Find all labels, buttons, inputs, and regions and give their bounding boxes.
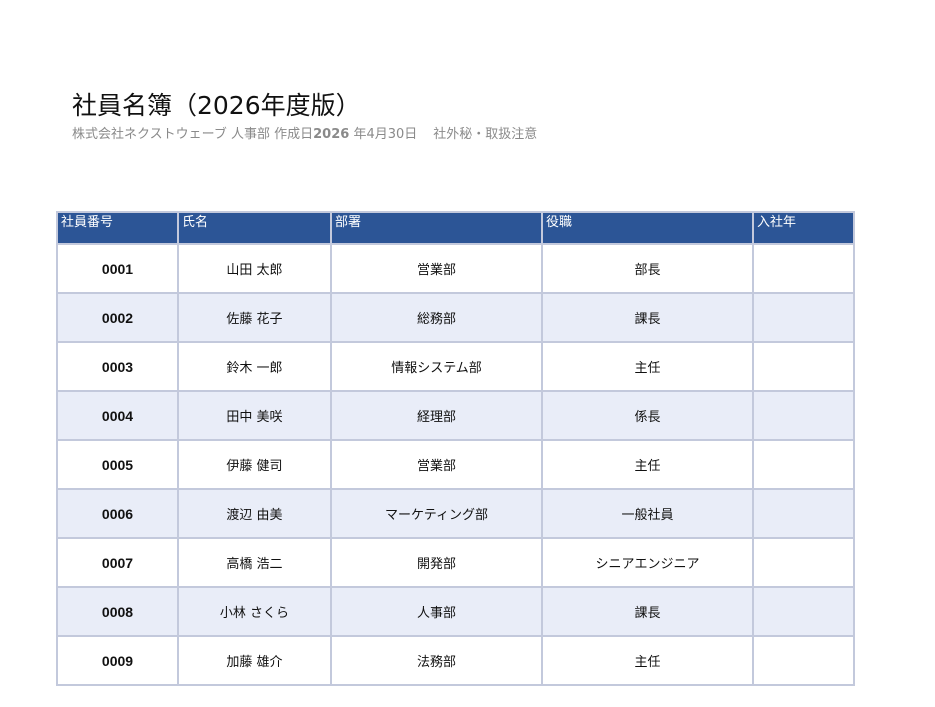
table-header-row: 社員番号 氏名 部署 役職 入社年 (56, 211, 855, 245)
column-header-position: 役職 (541, 211, 754, 245)
table-row: 0006 渡辺 由美 マーケティング部 一般社員 (56, 488, 855, 539)
hire-year-cell (752, 488, 855, 539)
table-body: 0001 山田 太郎 営業部 部長 0002 佐藤 花子 総務部 課長 0003 鈴木 一郎 情報シ… (56, 243, 855, 686)
position-cell: 主任 (541, 439, 754, 490)
created-date-label: 作成日 (274, 127, 314, 142)
name-cell: 渡辺 由美 (177, 488, 332, 539)
position-cell: 部長 (541, 243, 754, 294)
employee-id-cell: 0008 (56, 586, 179, 637)
table-row: 0004 田中 美咲 経理部 係長 (56, 390, 855, 441)
department-cell: 情報システム部 (330, 341, 543, 392)
employee-id-cell: 0005 (56, 439, 179, 490)
position-cell: シニアエンジニア (541, 537, 754, 588)
employee-id-cell: 0002 (56, 292, 179, 343)
table-row: 0009 加藤 雄介 法務部 主任 (56, 635, 855, 686)
position-cell: 主任 (541, 635, 754, 686)
document-subtitle: 株式会社ネクストウェーブ 人事部 作成日2026 年4月30日 社外秘・取扱注意 (72, 126, 537, 144)
table-row: 0007 高橋 浩二 開発部 シニアエンジニア (56, 537, 855, 588)
name-cell: 高橋 浩二 (177, 537, 332, 588)
position-cell: 課長 (541, 586, 754, 637)
table-row: 0003 鈴木 一郎 情報システム部 主任 (56, 341, 855, 392)
department-cell: マーケティング部 (330, 488, 543, 539)
position-cell: 課長 (541, 292, 754, 343)
company-department: 株式会社ネクストウェーブ 人事部 (72, 127, 270, 142)
column-header-department: 部署 (330, 211, 543, 245)
created-date-rest: 年4月30日 (353, 127, 418, 142)
employee-id-cell: 0001 (56, 243, 179, 294)
name-cell: 小林 さくら (177, 586, 332, 637)
created-date: 作成日2026 年4月30日 (274, 127, 417, 142)
department-cell: 総務部 (330, 292, 543, 343)
name-cell: 加藤 雄介 (177, 635, 332, 686)
department-cell: 経理部 (330, 390, 543, 441)
employee-id-cell: 0007 (56, 537, 179, 588)
employee-roster-table: 社員番号 氏名 部署 役職 入社年 0001 山田 太郎 営業部 部長 0002 佐藤 花… (56, 211, 855, 686)
hire-year-cell (752, 635, 855, 686)
employee-id-cell: 0003 (56, 341, 179, 392)
table-row: 0001 山田 太郎 営業部 部長 (56, 243, 855, 294)
hire-year-cell (752, 390, 855, 441)
employee-id-cell: 0009 (56, 635, 179, 686)
name-cell: 佐藤 花子 (177, 292, 332, 343)
hire-year-cell (752, 537, 855, 588)
position-cell: 主任 (541, 341, 754, 392)
confidential-notice: 社外秘・取扱注意 (433, 127, 538, 142)
position-cell: 一般社員 (541, 488, 754, 539)
created-date-year: 2026 (313, 127, 350, 142)
table-row: 0005 伊藤 健司 営業部 主任 (56, 439, 855, 490)
employee-id-cell: 0006 (56, 488, 179, 539)
column-header-hire-year: 入社年 (752, 211, 855, 245)
department-cell: 法務部 (330, 635, 543, 686)
page-title: 社員名簿（2026年度版） (72, 91, 361, 120)
hire-year-cell (752, 292, 855, 343)
table-row: 0008 小林 さくら 人事部 課長 (56, 586, 855, 637)
employee-id-cell: 0004 (56, 390, 179, 441)
column-header-name: 氏名 (177, 211, 332, 245)
hire-year-cell (752, 439, 855, 490)
hire-year-cell (752, 586, 855, 637)
table-row: 0002 佐藤 花子 総務部 課長 (56, 292, 855, 343)
department-cell: 開発部 (330, 537, 543, 588)
name-cell: 伊藤 健司 (177, 439, 332, 490)
department-cell: 営業部 (330, 243, 543, 294)
name-cell: 鈴木 一郎 (177, 341, 332, 392)
column-header-employee-id: 社員番号 (56, 211, 179, 245)
name-cell: 田中 美咲 (177, 390, 332, 441)
department-cell: 営業部 (330, 439, 543, 490)
department-cell: 人事部 (330, 586, 543, 637)
hire-year-cell (752, 243, 855, 294)
hire-year-cell (752, 341, 855, 392)
position-cell: 係長 (541, 390, 754, 441)
name-cell: 山田 太郎 (177, 243, 332, 294)
